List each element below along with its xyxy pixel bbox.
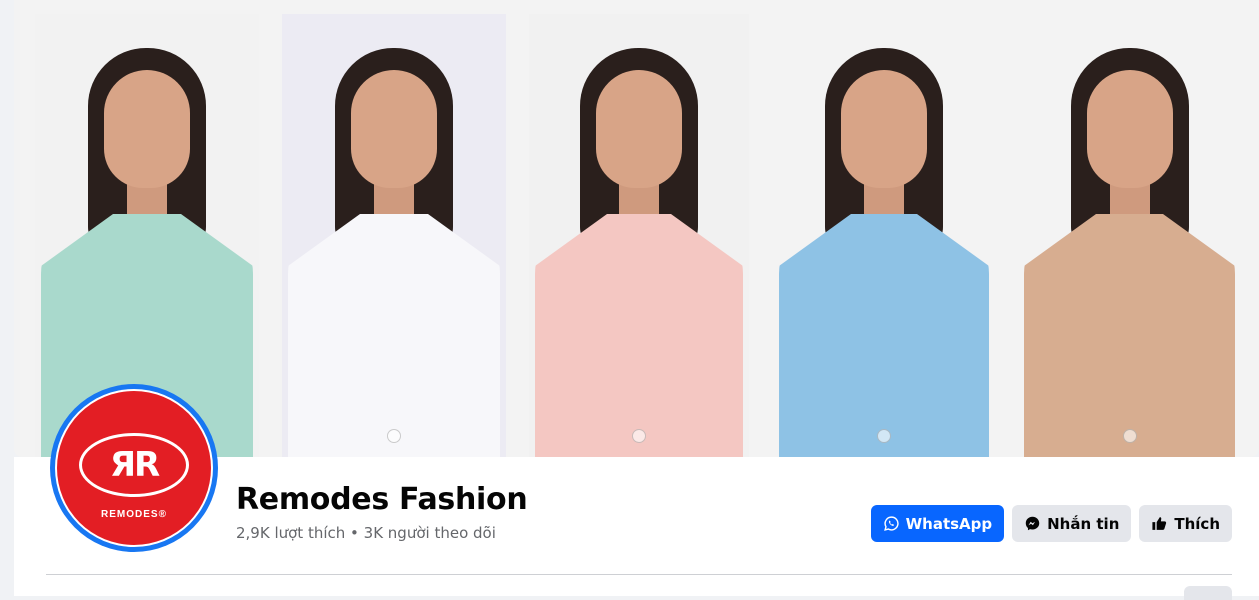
cover-photo[interactable] [14,0,1259,457]
thumbs-up-icon [1151,515,1168,532]
cover-model-5 [1018,14,1241,457]
brand-logo: ЯR REMODES® [57,391,211,545]
cover-model-4 [773,14,995,457]
like-button[interactable]: Thích [1139,505,1232,542]
profile-actions: WhatsApp Nhắn tin Thích [870,505,1232,542]
page-title[interactable]: Remodes Fashion [236,482,528,517]
whatsapp-label: WhatsApp [905,514,993,533]
profile-avatar[interactable]: ЯR REMODES® [50,384,218,552]
header-divider [46,574,1232,575]
cover-model-3 [529,14,749,457]
logo-monogram: ЯR [79,433,189,497]
cover-model-2 [282,14,506,457]
page-stats[interactable]: 2,9K lượt thích • 3K người theo dõi [236,524,496,542]
whatsapp-icon [883,515,900,532]
message-button[interactable]: Nhắn tin [1012,505,1132,542]
whatsapp-button[interactable]: WhatsApp [870,505,1005,542]
logo-brand-text: REMODES® [101,509,167,520]
like-label: Thích [1174,514,1220,533]
message-label: Nhắn tin [1047,514,1120,533]
more-tab-button[interactable] [1184,586,1232,600]
messenger-icon [1024,515,1041,532]
